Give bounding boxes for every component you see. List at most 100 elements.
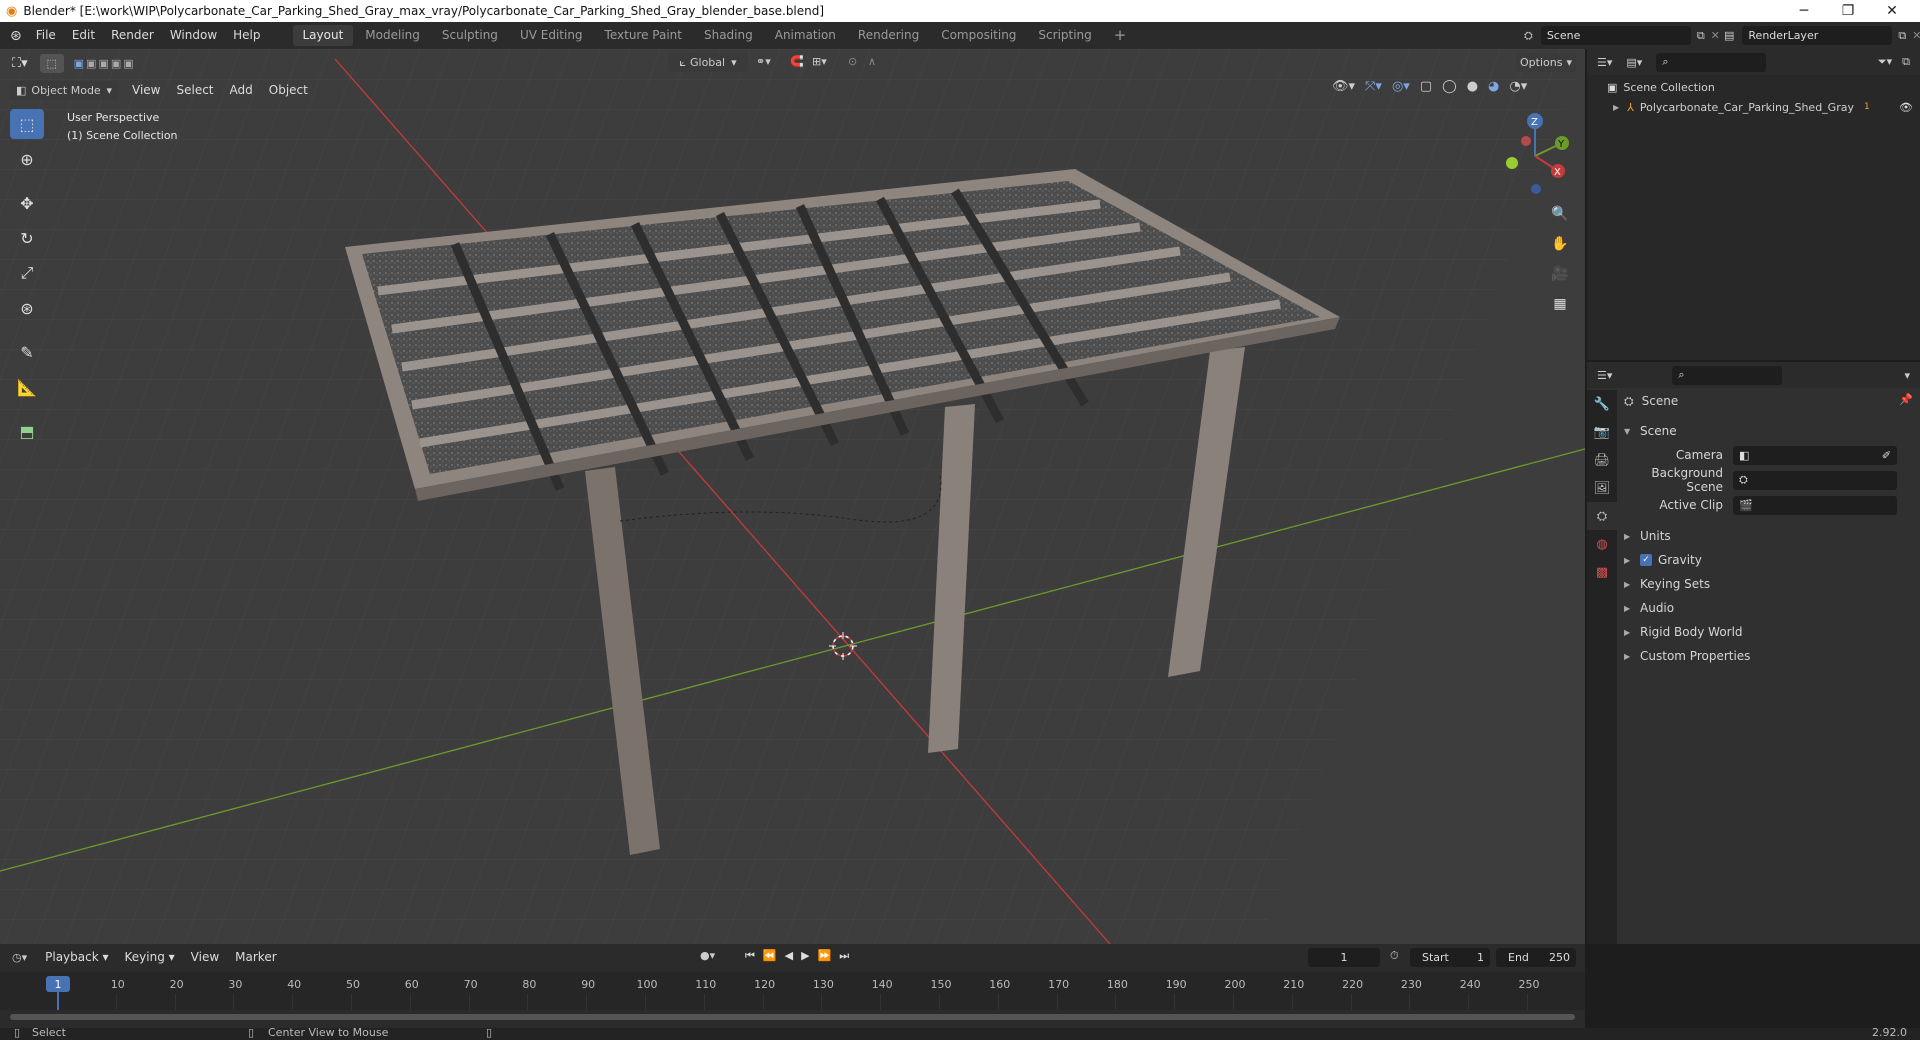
new-collection-icon[interactable]: ⧉ [1902, 55, 1910, 69]
viewport-menu-add[interactable]: Add [222, 83, 261, 97]
falloff-icon[interactable]: ∧ [868, 55, 876, 68]
filter-icon[interactable]: ⏷▾ [1878, 55, 1892, 69]
play-icon[interactable]: ▶ [801, 949, 809, 963]
menu-edit[interactable]: Edit [64, 22, 103, 49]
solid-shading-icon[interactable]: ● [1467, 79, 1478, 94]
3d-viewport[interactable]: ⛶▾ ⬚ ▣ ▣ ▣ ▣ ▣ ⟀ Global ▾ ⚭▾ 🧲 ⊞▾ ⊙ ∧ Op… [0, 49, 1585, 944]
select-tool-icon[interactable]: ⬚ [39, 53, 64, 73]
add-workspace-button[interactable]: + [1104, 25, 1137, 46]
options-dropdown[interactable]: Options ▾ [1516, 53, 1576, 72]
minimize-button[interactable]: ─ [1782, 0, 1826, 22]
zoom-icon[interactable]: 🔍 [1547, 201, 1573, 227]
move-tool-icon[interactable]: ✥ [10, 188, 44, 218]
audio-panel-header[interactable]: ▶ Audio [1624, 597, 1674, 619]
view-layer-selector[interactable]: RenderLayer [1742, 26, 1893, 45]
timeline-menu-playback[interactable]: Playback ▾ [37, 950, 116, 964]
cursor-tool-icon[interactable]: ⊕ [10, 144, 44, 174]
tab-rendering[interactable]: Rendering [848, 25, 929, 46]
tool-tab-icon[interactable]: 🔧 [1587, 390, 1617, 418]
new-scene-icon[interactable]: ⧉ [1697, 29, 1705, 43]
navigation-gizmo[interactable]: Z Y X [1490, 111, 1580, 201]
tab-modeling[interactable]: Modeling [355, 25, 430, 46]
proportional-edit-icon[interactable]: ⊙ [848, 55, 857, 68]
scene-icon[interactable]: ⛭ [1524, 29, 1533, 43]
rigid-body-world-panel-header[interactable]: ▶ Rigid Body World [1624, 621, 1743, 643]
tab-animation[interactable]: Animation [765, 25, 846, 46]
select-new-icon[interactable]: ▣ [74, 57, 84, 70]
tab-uv-editing[interactable]: UV Editing [510, 25, 593, 46]
material-shading-icon[interactable]: ◕ [1488, 79, 1499, 94]
menu-window[interactable]: Window [162, 22, 225, 49]
background-scene-field[interactable]: ⛭ [1733, 470, 1897, 490]
start-frame-field[interactable]: Start 1 [1410, 948, 1490, 967]
jump-keyframe-forward-icon[interactable]: ⏩ [818, 949, 832, 963]
transform-tool-icon[interactable]: ⊛ [10, 293, 44, 323]
timeline-menu-marker[interactable]: Marker [227, 950, 284, 964]
playhead-frame-indicator[interactable]: 1 [46, 976, 70, 992]
annotate-tool-icon[interactable]: ✎ [10, 337, 44, 367]
record-icon[interactable]: ●▾ [700, 949, 715, 962]
jump-end-icon[interactable]: ⏭ [839, 949, 849, 963]
scene-selector[interactable]: Scene [1540, 26, 1691, 45]
blender-menu-icon[interactable]: ⊛ [10, 28, 22, 44]
outliner-row-scene-collection[interactable]: ▣ Scene Collection [1607, 77, 1715, 97]
scene-tab-icon[interactable]: ⛭ [1587, 502, 1617, 530]
units-panel-header[interactable]: ▶ Units [1624, 525, 1671, 547]
camera-view-icon[interactable]: 🎥 [1547, 261, 1573, 287]
overlay-toggle-icon[interactable]: ◎▾ [1392, 79, 1410, 94]
world-tab-icon[interactable]: ◍ [1587, 530, 1617, 558]
view-layer-tab-icon[interactable]: 🖼 [1587, 474, 1617, 502]
add-cube-tool-icon[interactable]: ⬒ [10, 416, 44, 446]
measure-tool-icon[interactable]: 📐 [10, 372, 44, 402]
pan-hand-icon[interactable]: ✋ [1547, 231, 1573, 257]
menu-file[interactable]: File [28, 22, 64, 49]
texture-tab-icon[interactable]: ▩ [1587, 558, 1617, 586]
pin-icon[interactable]: 📌 [1899, 393, 1913, 406]
tab-sculpting[interactable]: Sculpting [432, 25, 508, 46]
maximize-button[interactable]: ❐ [1826, 0, 1870, 22]
render-tab-icon[interactable]: 📷 [1587, 418, 1617, 446]
tab-shading[interactable]: Shading [694, 25, 763, 46]
tab-scripting[interactable]: Scripting [1028, 25, 1101, 46]
snap-icon[interactable]: 🧲 [790, 55, 804, 68]
rendered-shading-icon[interactable]: ◔▾ [1509, 79, 1527, 94]
timeline-track[interactable]: 10 20 30 40 50 60 70 80 90 100 110 120 130 140 150 160 1… [0, 972, 1585, 1010]
tab-texture-paint[interactable]: Texture Paint [595, 25, 692, 46]
select-intersect-icon[interactable]: ▣ [123, 57, 133, 70]
gravity-panel-header[interactable]: ▶ ✓ Gravity [1624, 549, 1702, 571]
editor-type-icon[interactable]: ◷▾ [12, 951, 27, 964]
jump-start-icon[interactable]: ⏮ [745, 949, 755, 963]
output-tab-icon[interactable]: 🖨 [1587, 446, 1617, 474]
play-reverse-icon[interactable]: ◀ [785, 949, 793, 963]
outliner-row-object[interactable]: ▶ ⅄ Polycarbonate_Car_Parking_Shed_Gray … [1613, 97, 1913, 117]
editor-type-icon[interactable]: ☰▾ [1597, 56, 1612, 69]
custom-properties-panel-header[interactable]: ▶ Custom Properties [1624, 645, 1750, 667]
viewport-menu-select[interactable]: Select [168, 83, 221, 97]
tab-compositing[interactable]: Compositing [931, 25, 1026, 46]
eyedropper-icon[interactable]: ✐ [1882, 449, 1891, 462]
transform-orientation-dropdown[interactable]: ⟀ Global ▾ [668, 53, 748, 72]
editor-type-icon[interactable]: ☰▾ [1597, 369, 1612, 382]
pivot-point-icon[interactable]: ⚭▾ [756, 55, 771, 68]
rotate-tool-icon[interactable]: ↻ [10, 223, 44, 253]
visibility-icon[interactable]: 👁▾ [1332, 79, 1355, 94]
scene-panel-header[interactable]: ▼ Scene [1624, 420, 1677, 442]
delete-scene-icon[interactable]: ✕ [1711, 29, 1720, 42]
eye-icon[interactable]: 👁 [1899, 101, 1913, 114]
select-invert-icon[interactable]: ▣ [111, 57, 121, 70]
viewport-menu-view[interactable]: View [124, 83, 168, 97]
chevron-down-icon[interactable]: ▾ [1904, 369, 1910, 382]
jump-keyframe-back-icon[interactable]: ⏪ [763, 949, 777, 963]
xray-toggle-icon[interactable]: ▢ [1420, 79, 1432, 94]
active-clip-field[interactable]: 🎬 [1733, 495, 1897, 515]
gizmo-toggle-icon[interactable]: ⤧▾ [1365, 79, 1382, 94]
close-button[interactable]: ✕ [1870, 0, 1914, 22]
ortho-grid-icon[interactable]: ▦ [1547, 291, 1573, 317]
mode-dropdown[interactable]: ◧ Object Mode ▾ [10, 80, 118, 100]
end-frame-field[interactable]: End 250 [1496, 948, 1576, 967]
view-layer-icon[interactable]: ▤ [1724, 29, 1734, 42]
camera-field[interactable]: ◧ ✐ [1733, 445, 1897, 465]
new-view-layer-icon[interactable]: ⧉ [1898, 29, 1906, 43]
select-extend-icon[interactable]: ▣ [86, 57, 96, 70]
menu-render[interactable]: Render [103, 22, 162, 49]
